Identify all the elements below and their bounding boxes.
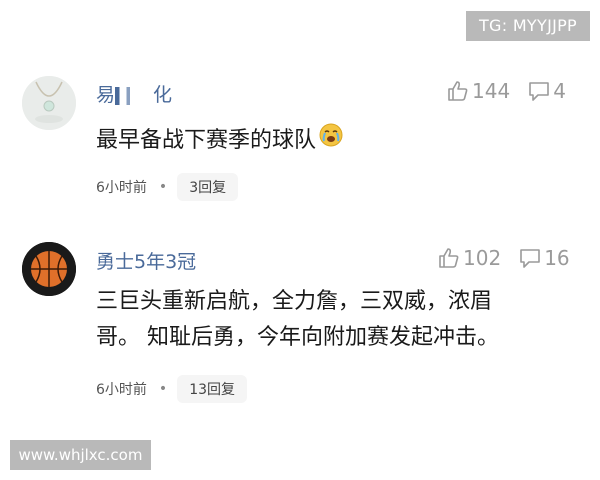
necklace-avatar-icon (22, 76, 76, 130)
separator-dot: • (158, 179, 168, 195)
avatar[interactable] (22, 76, 76, 130)
username[interactable]: 易化 (96, 80, 172, 107)
basketball-avatar-icon (22, 242, 76, 296)
watermark-url: www.whjlxc.com (10, 440, 151, 470)
view-replies-button[interactable]: 13回复 (177, 375, 248, 403)
comment-line: 最早备战下赛季的球队 (96, 128, 317, 153)
thumbs-up-icon (448, 81, 468, 101)
timestamp: 6小时前 (96, 180, 147, 196)
watermark-tg: TG: MYYJJPP (466, 11, 590, 41)
view-replies-button[interactable]: 3回复 (177, 173, 239, 201)
timestamp: 6小时前 (96, 382, 147, 398)
separator-dot: • (158, 381, 168, 397)
comment-text: 三巨头重新启航，全力詹，三双威，浓眉 哥。 知耻后勇，今年向附加赛发起冲击。 (96, 284, 499, 356)
thumbs-up-icon (439, 248, 459, 268)
username-obscured (115, 86, 154, 105)
like-count: 144 (472, 79, 511, 103)
username-head: 易 (96, 84, 116, 106)
crying-face-icon (318, 122, 344, 160)
like-count: 102 (463, 246, 502, 270)
comment-bubble-icon (520, 249, 540, 268)
comment-bubble-icon (529, 82, 549, 101)
reply-count-button[interactable]: 16 (519, 246, 570, 270)
reply-count: 16 (544, 246, 570, 270)
comment-text: 最早备战下赛季的球队 (96, 122, 344, 160)
reply-count-button[interactable]: 4 (528, 79, 566, 103)
username-tail: 化 (153, 84, 173, 106)
username[interactable]: 勇士5年3冠 (96, 247, 196, 274)
comment-stats: 102 16 (438, 246, 570, 270)
reply-count: 4 (553, 79, 566, 103)
avatar[interactable] (22, 242, 76, 296)
like-button[interactable]: 144 (447, 79, 510, 103)
like-button[interactable]: 102 (438, 246, 501, 270)
comment-line: 三巨头重新启航，全力詹，三双威，浓眉 (96, 289, 493, 314)
comment-meta: 6小时前 • 3回复 (96, 173, 239, 201)
comment-line: 哥。 知耻后勇，今年向附加赛发起冲击。 (96, 325, 499, 350)
comment-stats: 144 4 (447, 79, 566, 103)
comment-meta: 6小时前 • 13回复 (96, 375, 248, 403)
